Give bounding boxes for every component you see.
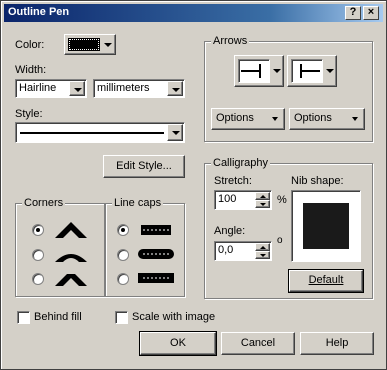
start-arrow-preview [238,59,270,83]
title-bar: Outline Pen ? × [4,4,383,22]
angle-input[interactable]: 0,0 [214,241,272,261]
arrows-title: Arrows [211,35,250,47]
chevron-down-icon [325,65,335,77]
start-arrow-options-button[interactable]: Options [211,108,285,130]
help-icon[interactable]: ? [345,6,361,20]
color-picker-button[interactable] [64,34,116,55]
cap-butt-radio[interactable] [117,224,129,236]
ok-button[interactable]: OK [139,331,217,356]
help-button[interactable]: Help [300,332,374,355]
default-label: Default [308,274,344,286]
start-arrow-button[interactable] [234,55,284,87]
corner-shapes-icon [55,222,87,286]
angle-down-arrow[interactable] [255,251,270,259]
nib-shape-preview[interactable] [291,190,361,262]
color-label: Color: [15,39,45,51]
end-arrow-preview [291,59,323,83]
corners-title: Corners [22,197,66,209]
units-select[interactable]: millimeters [93,79,185,98]
outline-pen-dialog: Outline Pen ? × Color: Width: Hairline m… [0,0,387,370]
chevron-down-icon [167,124,183,141]
chevron-down-icon [352,117,358,121]
nib-square-icon [303,203,349,249]
corner-miter-radio[interactable] [32,224,44,236]
line-cap-shapes-icon [138,225,174,283]
scale-with-image-label: Scale with image [132,311,216,323]
angle-up-arrow[interactable] [255,243,270,251]
color-swatch [68,38,100,51]
corner-bevel-radio[interactable] [32,273,44,285]
stretch-label: Stretch: [214,175,252,187]
units-value: millimeters [97,82,150,94]
end-arrow-button[interactable] [287,55,337,87]
width-label: Width: [15,64,47,76]
chevron-down-icon [272,117,278,121]
chevron-down-icon [272,65,282,77]
stretch-up-arrow[interactable] [255,192,270,200]
help-label: Help [325,337,349,349]
close-icon[interactable]: × [363,6,379,20]
width-select[interactable]: Hairline [15,79,87,98]
cap-round-radio[interactable] [117,249,129,261]
corner-round-radio[interactable] [32,249,44,261]
line-caps-title: Line caps [112,197,164,209]
window-title: Outline Pen [8,6,70,18]
scale-with-image-checkbox[interactable] [115,311,128,324]
calligraphy-title: Calligraphy [211,157,271,169]
behind-fill-label: Behind fill [34,311,82,323]
edit-style-button[interactable]: Edit Style... [103,155,185,178]
stretch-down-arrow[interactable] [255,200,270,208]
behind-fill-checkbox[interactable] [17,311,30,324]
chevron-down-icon [167,81,183,96]
chevron-down-icon [103,38,115,52]
nib-shape-label: Nib shape: [291,175,344,187]
end-arrow-options-button[interactable]: Options [289,108,365,130]
miter-corner-icon [55,222,87,238]
cap-square-radio[interactable] [117,273,129,285]
stretch-input[interactable]: 100 [214,190,272,210]
default-button[interactable]: Default [288,269,364,293]
style-select[interactable] [15,122,185,143]
round-corner-icon [55,254,87,262]
angle-value: 0,0 [218,244,234,256]
angle-label: Angle: [214,225,246,237]
style-label: Style: [15,108,43,120]
options-label: Options [294,112,332,124]
angle-unit: o [277,235,283,246]
bevel-corner-icon [55,274,87,286]
stretch-value: 100 [218,193,237,205]
options-label: Options [216,112,254,124]
cancel-button[interactable]: Cancel [221,332,295,355]
solid-line-preview [20,132,164,134]
stretch-unit: % [277,194,287,206]
chevron-down-icon [69,81,85,96]
width-value: Hairline [19,82,57,94]
